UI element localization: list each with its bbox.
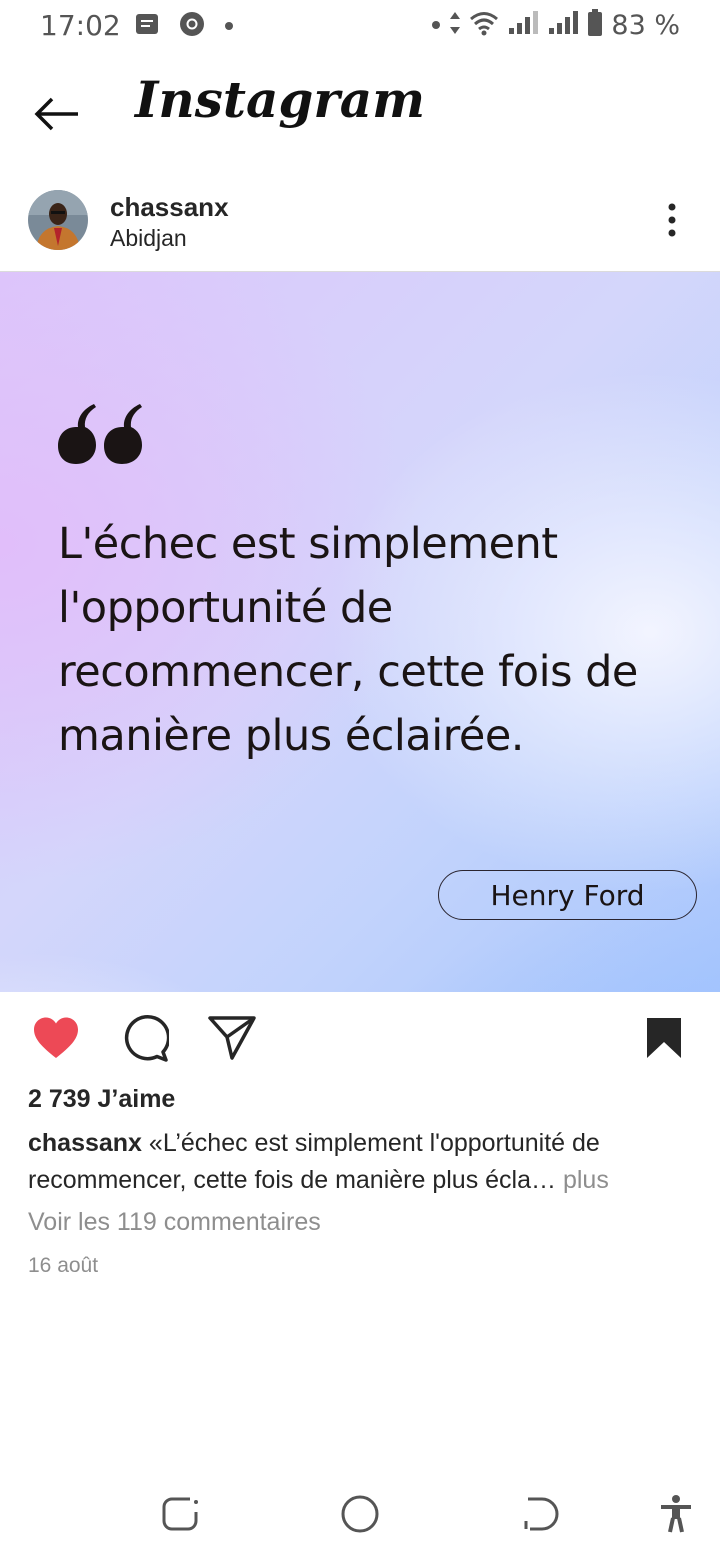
app-header: Instagram [0, 60, 720, 170]
heart-icon [32, 1016, 80, 1065]
comment-icon [119, 1013, 171, 1068]
system-nav-bar [0, 1470, 720, 1560]
back-button[interactable] [28, 88, 84, 144]
status-time: 17:02 [40, 9, 121, 42]
battery-percentage: 83 % [611, 10, 680, 41]
share-button[interactable] [206, 1014, 258, 1066]
caption-more-link[interactable]: plus [556, 1166, 609, 1194]
like-button[interactable] [30, 1014, 82, 1066]
post-username[interactable]: chassanx [110, 192, 229, 223]
post-date: 16 août [28, 1254, 99, 1277]
accessibility-icon [659, 1494, 693, 1539]
quote-text: L'échec est simplement l'opportunité de … [58, 519, 638, 761]
recents-button[interactable] [152, 1488, 208, 1544]
avatar[interactable] [28, 190, 88, 250]
status-bar: 17:02 83 % [0, 0, 720, 52]
signal-icon [547, 10, 579, 41]
quote-author: Henry Ford [438, 870, 697, 920]
share-icon [207, 1015, 257, 1066]
status-system-icons: 83 % [431, 9, 680, 42]
back-icon [520, 1494, 560, 1539]
comment-button[interactable] [118, 1013, 171, 1068]
bookmark-icon [644, 1016, 684, 1065]
post-header: chassanx Abidjan [0, 180, 720, 270]
recents-icon [160, 1494, 200, 1539]
more-vertical-icon [667, 202, 677, 243]
post-image[interactable]: L'échec est simplement l'opportunité de … [0, 272, 720, 992]
save-button[interactable] [638, 1014, 690, 1066]
message-icon [134, 11, 160, 42]
quote-marks-icon [56, 402, 144, 471]
caption: chassanx «L’échec est simplement l'oppor… [28, 1125, 698, 1199]
more-options-button[interactable] [652, 198, 692, 246]
view-comments-link[interactable]: Voir les 119 commentaires [28, 1208, 321, 1237]
accessibility-button[interactable] [648, 1488, 704, 1544]
arrow-left-icon [32, 94, 80, 139]
home-button[interactable] [332, 1488, 388, 1544]
chrome-icon [178, 10, 206, 43]
app-title: Instagram [135, 70, 425, 129]
back-nav-button[interactable] [512, 1488, 568, 1544]
home-icon [339, 1493, 381, 1540]
caption-username[interactable]: chassanx [28, 1129, 142, 1157]
likes-count[interactable]: 2 739 J’aime [28, 1085, 175, 1114]
dot-icon [224, 18, 234, 36]
dot-icon [431, 17, 441, 35]
wifi-icon [469, 10, 499, 41]
status-notification-icons [134, 10, 234, 43]
data-arrows-icon [449, 10, 461, 41]
signal-icon [507, 10, 539, 41]
post-action-bar [0, 1000, 720, 1076]
post-location[interactable]: Abidjan [110, 225, 187, 252]
battery-icon [587, 9, 603, 42]
